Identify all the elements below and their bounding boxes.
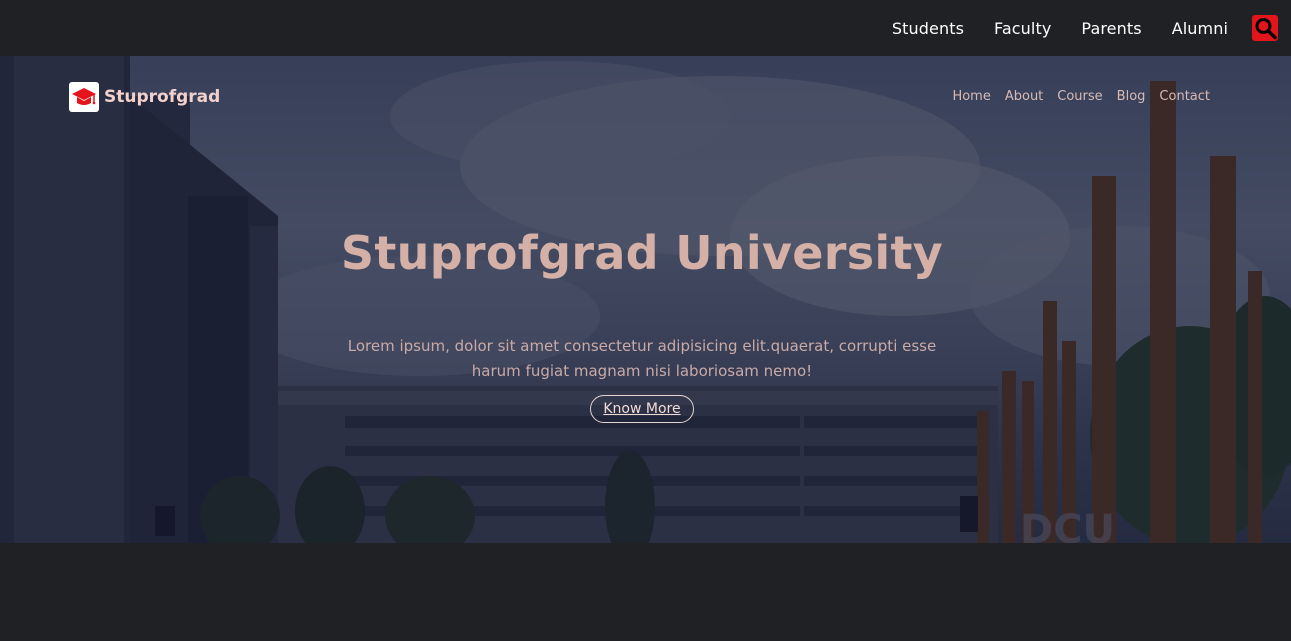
search-icon xyxy=(1255,18,1277,40)
top-navigation: Students Faculty Parents Alumni xyxy=(892,0,1291,56)
graduation-cap-icon xyxy=(72,88,96,105)
hero-section: DCU Stuprofgrad Home About Course Blog C… xyxy=(0,56,1291,543)
hero-overlay xyxy=(0,56,1291,543)
nav-about-link[interactable]: About xyxy=(1005,89,1043,104)
brand-name: Stuprofgrad xyxy=(104,87,221,107)
nav-blog-link[interactable]: Blog xyxy=(1117,89,1146,104)
nav-course-link[interactable]: Course xyxy=(1057,89,1102,104)
top-utility-bar: Students Faculty Parents Alumni xyxy=(0,0,1291,56)
below-hero-area xyxy=(0,543,1291,641)
topnav-faculty-link[interactable]: Faculty xyxy=(994,19,1051,38)
hero-description: Lorem ipsum, dolor sit amet consectetur … xyxy=(347,337,937,380)
brand-logo xyxy=(69,82,99,112)
search-button[interactable] xyxy=(1252,15,1278,41)
topnav-alumni-link[interactable]: Alumni xyxy=(1172,19,1228,38)
brand[interactable]: Stuprofgrad xyxy=(69,82,220,112)
nav-home-link[interactable]: Home xyxy=(952,89,990,104)
topnav-students-link[interactable]: Students xyxy=(892,19,964,38)
nav-contact-link[interactable]: Contact xyxy=(1159,89,1210,104)
topnav-parents-link[interactable]: Parents xyxy=(1081,19,1141,38)
know-more-button[interactable]: Know More xyxy=(590,395,694,423)
hero-title: Stuprofgrad University xyxy=(340,226,944,280)
main-navigation: Home About Course Blog Contact xyxy=(938,89,1210,104)
